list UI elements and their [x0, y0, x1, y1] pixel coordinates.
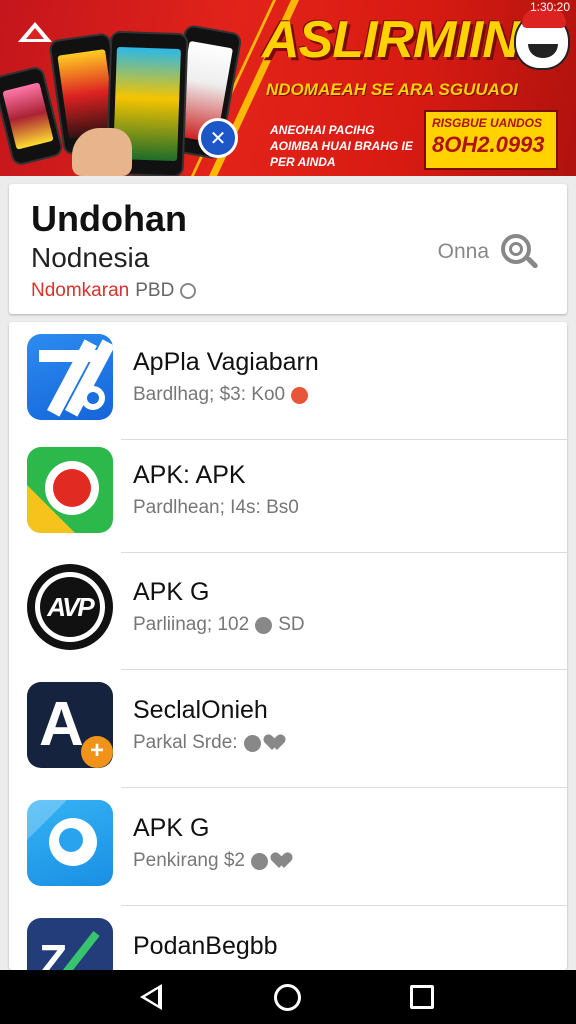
banner-title: ASLIRMIIN [262, 11, 520, 69]
list-item[interactable]: A + SeclalOnieh Parkal Srde: [9, 670, 567, 788]
app-title: PodanBegbb [133, 932, 278, 960]
app-meta: Penkirang $2 [133, 850, 292, 872]
app-meta-text: Parkal Srde: [133, 732, 238, 753]
app-title: APK: APK [133, 461, 246, 489]
header-meta-red: Ndomkaran [31, 280, 130, 301]
list-item[interactable]: APK: APK Pardlhean; I4s: Bs0 [9, 435, 567, 553]
app-meta: Parkal Srde: [133, 732, 285, 754]
app-meta-text: Parliinag; 102 [133, 614, 250, 635]
heart-icon [274, 853, 292, 869]
status-time: 1:30:20 [529, 0, 570, 14]
brand-logo-icon [18, 22, 52, 46]
header-meta: Ndomkaran PBD [31, 280, 197, 302]
app-meta-text: Bardlhag; $3: Ko0 [133, 384, 286, 405]
pen-app-icon: Z [27, 918, 113, 970]
search-icon[interactable] [499, 232, 539, 272]
info-icon [180, 283, 197, 299]
promo-box[interactable]: RISGBUE UANDOS 8OH2.0993 [424, 110, 558, 170]
promo-line-2: 8OH2.0993 [432, 132, 545, 157]
heart-icon [267, 735, 285, 751]
app-title: SeclalOnieh [133, 696, 268, 724]
phone-app-icon [27, 800, 113, 886]
page-title: Undohan [31, 198, 187, 239]
slash-app-icon [27, 334, 113, 420]
back-icon[interactable] [140, 984, 162, 1010]
list-item[interactable]: Z PodanBegbb [9, 906, 567, 970]
smiley-icon [250, 852, 268, 870]
header-card: Undohan Nodnesia Ndomkaran PBD Onna [9, 184, 567, 314]
red-dot-app-icon [27, 447, 113, 533]
hand-image [72, 128, 132, 176]
list-item[interactable]: AVP APK G Parliinag; 102 SD [9, 552, 567, 670]
store-badge-icon: ✕ [198, 118, 238, 158]
avp-logo-icon: AVP [27, 564, 113, 650]
banner-description: ANEOHAI PACIHG AOIMBA HUAI BRAHG IE PER … [270, 123, 413, 169]
page-subtitle: Nodnesia [31, 242, 150, 273]
rating-icon [291, 386, 309, 404]
recent-apps-icon[interactable] [410, 985, 434, 1009]
mascot-icon [514, 8, 570, 70]
app-title: APK G [133, 578, 210, 606]
promo-banner[interactable]: ✕ ASLIRMIIN NDOMAEAH SE ARA SGUUAOI ANEO… [0, 0, 576, 176]
plus-badge-icon: + [81, 736, 113, 768]
app-title: APK G [133, 814, 210, 842]
app-title: ApPla Vagiabarn [133, 348, 319, 376]
app-meta: Bardlhag; $3: Ko0 [133, 384, 309, 406]
app-list: ApPla Vagiabarn Bardlhag; $3: Ko0 APK: A… [9, 322, 567, 970]
a-glyph: A [39, 690, 84, 759]
smiley-icon [243, 734, 261, 752]
app-meta: Parliinag; 102 SD [133, 614, 305, 636]
app-meta-text: Penkirang $2 [133, 850, 245, 871]
z-glyph: Z [39, 935, 68, 970]
app-meta-tail: SD [278, 614, 305, 635]
a-plus-app-icon: A + [27, 682, 113, 768]
system-nav-bar [0, 970, 576, 1024]
avp-logo-text: AVP [40, 577, 100, 637]
list-item[interactable]: APK G Penkirang $2 [9, 788, 567, 906]
app-meta-text: Pardlhean; I4s: Bs0 [133, 497, 299, 518]
banner-subtitle: NDOMAEAH SE ARA SGUUAOI [266, 80, 518, 99]
list-item[interactable]: ApPla Vagiabarn Bardlhag; $3: Ko0 [9, 322, 567, 440]
search-action-label: Onna [437, 240, 489, 263]
app-meta: Pardlhean; I4s: Bs0 [133, 497, 299, 519]
rating-icon [255, 616, 273, 634]
header-meta-grey: PBD [135, 280, 175, 301]
home-icon[interactable] [274, 984, 301, 1011]
search-action[interactable]: Onna [438, 232, 539, 272]
promo-line-1: RISGBUE UANDOS [432, 116, 543, 130]
